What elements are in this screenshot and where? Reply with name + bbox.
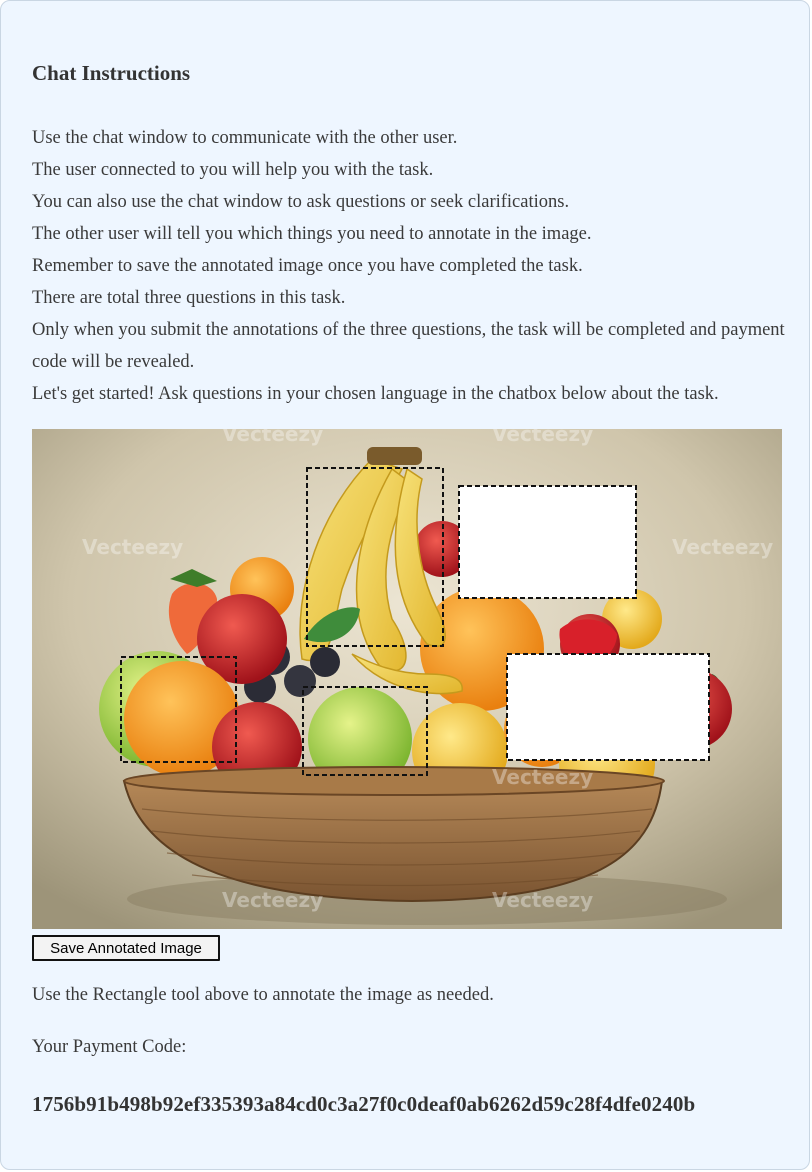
payment-code-label: Your Payment Code: bbox=[32, 1037, 187, 1057]
instruction-line: Only when you submit the annotations of … bbox=[32, 320, 785, 372]
instruction-line: There are total three questions in this … bbox=[32, 288, 346, 308]
instruction-line: Use the chat window to communicate with … bbox=[32, 128, 458, 148]
svg-text:Vecteezy: Vecteezy bbox=[222, 429, 323, 446]
payment-code-value: 1756b91b498b92ef335393a84cd0c3a27f0c0dea… bbox=[32, 1092, 696, 1116]
annotation-canvas[interactable]: Vecteezy Vecteezy Vecteezy Vecteezy Vect… bbox=[32, 429, 782, 929]
chat-instructions-panel: Chat Instructions Use the chat window to… bbox=[0, 0, 810, 1170]
svg-text:Vecteezy: Vecteezy bbox=[492, 429, 593, 446]
instruction-line: Remember to save the annotated image onc… bbox=[32, 256, 583, 276]
instruction-list: Use the chat window to communicate with … bbox=[32, 122, 792, 410]
page-title: Chat Instructions bbox=[32, 61, 191, 85]
annotation-rect-filled[interactable] bbox=[458, 485, 637, 599]
save-annotated-image-button[interactable]: Save Annotated Image bbox=[32, 935, 220, 961]
fruit-basket-image[interactable]: Vecteezy Vecteezy Vecteezy Vecteezy Vect… bbox=[32, 429, 782, 929]
rectangle-tool-hint: Use the Rectangle tool above to annotate… bbox=[32, 985, 494, 1005]
instruction-line: The other user will tell you which thing… bbox=[32, 224, 592, 244]
svg-text:Vecteezy: Vecteezy bbox=[672, 535, 773, 559]
svg-text:Vecteezy: Vecteezy bbox=[222, 888, 323, 912]
svg-text:Vecteezy: Vecteezy bbox=[492, 765, 593, 789]
instruction-line: The user connected to you will help you … bbox=[32, 160, 434, 180]
svg-text:Vecteezy: Vecteezy bbox=[82, 535, 183, 559]
instruction-line: Let's get started! Ask questions in your… bbox=[32, 384, 719, 404]
annotation-rect-filled[interactable] bbox=[506, 653, 710, 761]
svg-text:Vecteezy: Vecteezy bbox=[492, 888, 593, 912]
instruction-line: You can also use the chat window to ask … bbox=[32, 192, 570, 212]
